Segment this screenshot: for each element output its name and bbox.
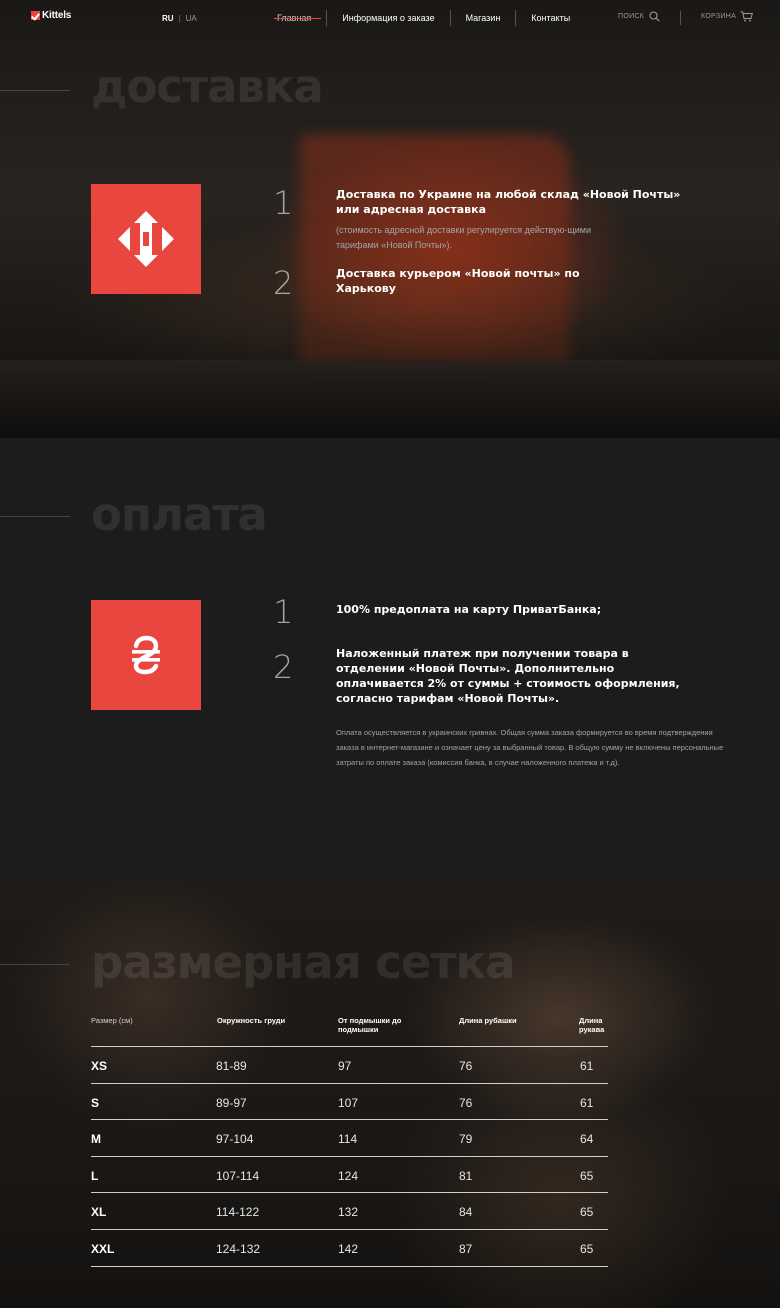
cell-chest: 124-132 [216,1241,261,1256]
cell-armpit: 132 [338,1205,359,1220]
table-row: XS 81-89 97 76 61 [91,1047,608,1084]
cell-sleeve-length: 61 [580,1059,594,1073]
payment-title: оплата [91,488,268,541]
table-row: XXL 124-132 142 87 65 [91,1230,608,1267]
cell-size: L [91,1168,99,1183]
header-chest: Окружность груди [217,1016,286,1025]
cell-size: XS [91,1059,108,1073]
lang-separator: | [178,14,181,23]
cart-label: КОРЗИНА [701,13,737,20]
hryvnia-icon [91,600,201,710]
lang-ru[interactable]: RU [162,14,174,23]
header-divider [680,11,681,25]
payment-item-2-number: 2 [273,648,294,686]
cell-shirt-length: 87 [459,1241,473,1256]
cell-armpit: 114 [338,1132,358,1147]
nova-poshta-logo-icon [91,184,201,294]
delivery-item-2-number: 2 [273,264,294,302]
size-table: Размер (см) Окружность груди От подмышки… [91,1016,608,1267]
cell-chest: 107-114 [216,1168,260,1183]
header-armpit: От подмышки до подмышки [338,1016,402,1034]
main-nav: Главная Информация о заказе Магазин Конт… [262,10,585,26]
road-background [0,360,780,438]
payment-item-2-title: Наложенный платеж при получении товара в… [336,647,680,705]
cell-sleeve-length: 61 [580,1095,594,1110]
nav-order-info[interactable]: Информация о заказе [326,10,449,26]
header-sleeve-length: Длина рукава [579,1016,605,1034]
cell-size: XL [91,1205,107,1220]
cell-size: M [91,1132,101,1147]
cell-shirt-length: 81 [459,1168,473,1183]
table-row: S 89-97 107 76 61 [91,1084,608,1121]
section-title-line [0,516,70,517]
cell-armpit: 142 [338,1241,359,1256]
header-size: Размер (см) [91,1016,133,1025]
search-label: ПОИСК [618,13,645,20]
size-chart-title: размерная сетка [91,936,515,989]
section-title-line [0,964,70,965]
delivery-title: доставка [91,60,324,113]
delivery-section: доставка 1 Доставка по Украине на любой … [0,0,780,438]
cell-armpit: 107 [338,1095,359,1110]
cell-armpit: 124 [338,1168,359,1183]
cart-button[interactable]: КОРЗИНА [701,11,753,22]
cell-chest: 89-97 [216,1095,247,1110]
payment-item-1-title: 100% предоплата на карту ПриватБанка; [336,603,602,616]
logo[interactable]: Kittels [31,10,71,21]
cell-sleeve-length: 65 [580,1205,594,1220]
logo-text: Kittels [42,10,72,21]
delivery-item-1-number: 1 [273,184,294,222]
logo-check-icon [31,11,40,20]
cart-icon [740,11,753,22]
table-row: M 97-104 114 79 64 [91,1120,608,1157]
cell-shirt-length: 84 [459,1205,473,1220]
payment-note: Оплата осуществляется в украинских гривн… [336,728,724,767]
delivery-item-1-title: Доставка по Украине на любой склад «Ново… [336,188,681,216]
cell-armpit: 97 [338,1059,352,1073]
cell-chest: 81-89 [216,1059,247,1073]
nav-home[interactable]: Главная [262,10,326,26]
cell-sleeve-length: 65 [580,1241,594,1256]
language-switcher: RU | UA [162,14,197,23]
nav-shop[interactable]: Магазин [449,10,516,26]
cell-chest: 97-104 [216,1132,254,1147]
table-row: L 107-114 124 81 65 [91,1157,608,1194]
section-title-line [0,90,70,91]
delivery-item-1-note: (стоимость адресной доставки регулируетс… [336,225,592,250]
cell-chest: 114-122 [216,1205,260,1220]
lang-ua[interactable]: UA [186,14,197,23]
cell-size: S [91,1095,100,1110]
cell-size: XXL [91,1241,115,1256]
payment-item-1-number: 1 [273,593,294,631]
table-row: XL 114-122 132 84 65 [91,1193,608,1230]
nav-contacts[interactable]: Контакты [515,10,585,26]
cell-shirt-length: 76 [459,1059,473,1073]
cell-sleeve-length: 64 [580,1132,594,1147]
cell-shirt-length: 79 [459,1132,473,1147]
search-button[interactable]: ПОИСК [618,11,660,22]
site-header: Kittels RU | UA Главная Информация о зак… [0,0,780,38]
header-shirt-length: Длина рубашки [459,1016,517,1025]
search-icon [649,11,660,22]
cell-sleeve-length: 65 [580,1168,594,1183]
delivery-item-2-title: Доставка курьером «Новой почты» по Харьк… [336,267,580,295]
size-table-header: Размер (см) Окружность груди От подмышки… [91,1016,608,1047]
cell-shirt-length: 76 [459,1095,473,1110]
